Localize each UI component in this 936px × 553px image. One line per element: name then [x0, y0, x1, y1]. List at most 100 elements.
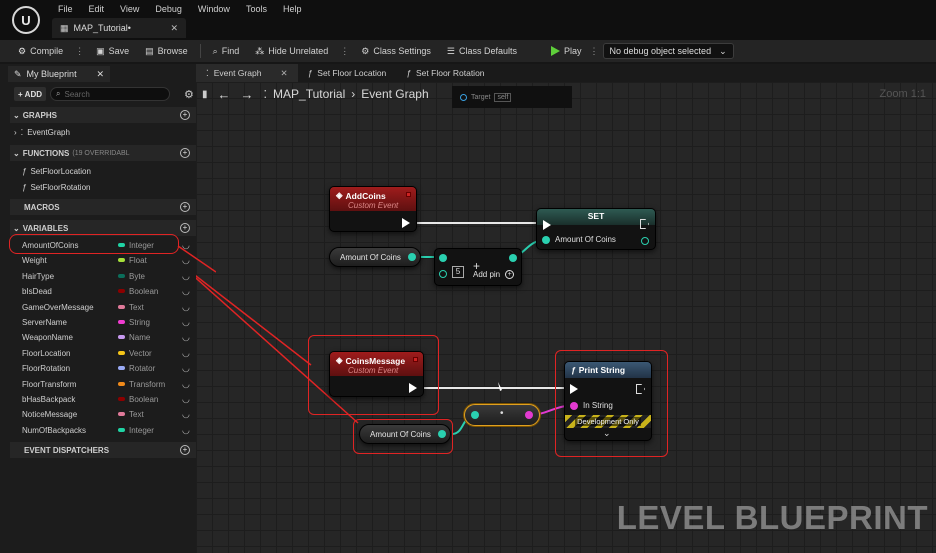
visibility-eye-icon[interactable]: ◡: [182, 363, 190, 374]
tab-event-graph[interactable]: ⁚ Event Graph ✕: [196, 64, 298, 82]
menu-help[interactable]: Help: [275, 2, 310, 16]
play-options-icon[interactable]: ⋮: [590, 46, 599, 57]
add-value-input[interactable]: 5: [452, 266, 464, 278]
variable-item[interactable]: bHasBackpack Boolean ◡: [10, 392, 196, 407]
node-add-integer[interactable]: 5 + Add pin +: [434, 248, 522, 286]
int-out-pin[interactable]: [408, 253, 416, 261]
delegate-pin-icon[interactable]: [406, 192, 411, 197]
node-get-amountofcoins[interactable]: Amount Of Coins: [329, 247, 421, 267]
debug-object-select[interactable]: No debug object selected ⌄: [602, 43, 734, 59]
node-get-amountofcoins-2[interactable]: Amount Of Coins: [359, 424, 451, 444]
macros-section-header[interactable]: MACROS +: [10, 199, 196, 215]
blueprint-graph-canvas[interactable]: ▮ ← → ⁚ MAP_Tutorial › Event Graph Targe…: [196, 82, 936, 553]
int-out-pin[interactable]: [509, 254, 517, 262]
visibility-eye-icon[interactable]: ◡: [182, 348, 190, 359]
add-button[interactable]: + ADD: [14, 87, 47, 101]
visibility-eye-icon[interactable]: ◡: [182, 409, 190, 420]
variable-item[interactable]: NumOfBackpacks Integer ◡: [10, 423, 196, 438]
add-variable-icon[interactable]: +: [180, 223, 190, 233]
exec-out-pin[interactable]: [409, 383, 417, 393]
menu-debug[interactable]: Debug: [147, 2, 190, 16]
node-set-amountofcoins[interactable]: SET Amount Of Coins: [536, 208, 656, 250]
menu-tools[interactable]: Tools: [238, 2, 275, 16]
exec-out-pin[interactable]: [636, 384, 645, 394]
function-item-setfloorlocation[interactable]: ƒ SetFloorLocation: [22, 164, 91, 179]
variable-item[interactable]: WeaponName Name ◡: [10, 330, 196, 345]
visibility-eye-icon[interactable]: ◡: [182, 425, 190, 436]
menu-file[interactable]: File: [50, 2, 81, 16]
variable-item[interactable]: FloorTransform Transform ◡: [10, 377, 196, 392]
functions-section-header[interactable]: ⌄ FUNCTIONS (19 OVERRIDABL +: [10, 145, 196, 161]
save-button[interactable]: ▣ Save: [88, 42, 137, 60]
menu-edit[interactable]: Edit: [81, 2, 113, 16]
variable-item[interactable]: ServerName String ◡: [10, 315, 196, 330]
my-blueprint-tab[interactable]: ✎ My Blueprint ✕: [8, 66, 110, 82]
int-in-pin[interactable]: [471, 411, 479, 419]
string-out-pin[interactable]: [525, 411, 533, 419]
event-dispatchers-section-header[interactable]: EVENT DISPATCHERS +: [10, 442, 196, 458]
visibility-eye-icon[interactable]: ◡: [182, 394, 190, 405]
unreal-logo-icon[interactable]: U: [12, 6, 40, 34]
pin-in-string[interactable]: In String: [570, 401, 613, 410]
variable-type-pill-icon: [118, 289, 125, 294]
play-button[interactable]: Play: [543, 42, 590, 60]
variables-section-header[interactable]: ⌄ VARIABLES +: [10, 220, 196, 236]
document-tab[interactable]: ▦ MAP_Tutorial• ✕: [52, 18, 186, 38]
variable-item[interactable]: bIsDead Boolean ◡: [10, 284, 196, 299]
pin-amount-of-coins[interactable]: Amount Of Coins: [542, 235, 616, 244]
int-in-pin-b[interactable]: [439, 270, 447, 278]
class-settings-button[interactable]: ⚙ Class Settings: [353, 42, 439, 60]
tab-set-floor-location[interactable]: ƒ Set Floor Location: [298, 64, 397, 82]
search-input[interactable]: ⌕ Search: [50, 87, 171, 101]
add-function-icon[interactable]: +: [180, 148, 190, 158]
add-graph-icon[interactable]: +: [180, 110, 190, 120]
tab-set-floor-rotation[interactable]: ƒ Set Floor Rotation: [396, 64, 494, 82]
class-defaults-button[interactable]: ☰ Class Defaults: [439, 42, 525, 60]
close-icon[interactable]: ✕: [170, 23, 178, 34]
node-coinsmessage-event[interactable]: ◈ CoinsMessage Custom Event: [329, 351, 424, 397]
menu-view[interactable]: View: [112, 2, 147, 16]
tree-item-eventgraph[interactable]: › ⁚ EventGraph: [14, 125, 70, 140]
graphs-section-header[interactable]: ⌄ GRAPHS +: [10, 107, 196, 123]
variable-item[interactable]: FloorRotation Rotator ◡: [10, 361, 196, 376]
compile-button[interactable]: ⚙ Compile: [10, 42, 71, 60]
document-tab-label: MAP_Tutorial•: [73, 23, 131, 33]
variable-item[interactable]: NoticeMessage Text ◡: [10, 407, 196, 422]
add-macro-icon[interactable]: +: [180, 202, 190, 212]
exec-in-pin[interactable]: [543, 220, 551, 230]
find-button[interactable]: ⌕ Find: [205, 42, 248, 60]
node-int-to-string-conversion[interactable]: •: [464, 404, 540, 426]
variable-item[interactable]: AmountOfCoins Integer ◡: [10, 238, 196, 253]
compile-options-icon[interactable]: ⋮: [71, 46, 88, 57]
visibility-eye-icon[interactable]: ◡: [182, 302, 190, 313]
int-in-pin-a[interactable]: [439, 254, 447, 262]
delegate-pin-icon[interactable]: [413, 357, 418, 362]
node-print-string[interactable]: ƒ Print String In String Development Only…: [564, 361, 652, 441]
close-icon[interactable]: ✕: [280, 68, 287, 79]
more-options-icon[interactable]: ⋮: [336, 46, 353, 57]
function-item-setfloorrotation[interactable]: ƒ SetFloorRotation: [22, 180, 90, 195]
add-pin-button[interactable]: Add pin +: [473, 270, 515, 279]
exec-out-pin[interactable]: [402, 218, 410, 228]
class-defaults-label: Class Defaults: [458, 46, 517, 56]
variable-item[interactable]: FloorLocation Vector ◡: [10, 346, 196, 361]
int-out-pin[interactable]: [641, 237, 649, 245]
expand-chevron-icon[interactable]: ⌄: [603, 428, 611, 439]
node-addcoins-event[interactable]: ◈ AddCoins Custom Event: [329, 186, 417, 232]
visibility-eye-icon[interactable]: ◡: [182, 317, 190, 328]
visibility-eye-icon[interactable]: ◡: [182, 332, 190, 343]
settings-gear-icon[interactable]: ⚙: [184, 88, 194, 101]
variable-item[interactable]: HairType Byte ◡: [10, 269, 196, 284]
add-label: ADD: [24, 89, 43, 99]
variable-item[interactable]: Weight Float ◡: [10, 253, 196, 268]
int-out-pin[interactable]: [438, 430, 446, 438]
add-dispatcher-icon[interactable]: +: [180, 445, 190, 455]
close-icon[interactable]: ✕: [96, 69, 104, 80]
visibility-eye-icon[interactable]: ◡: [182, 379, 190, 390]
browse-button[interactable]: ▤ Browse: [137, 42, 196, 60]
exec-in-pin[interactable]: [570, 384, 578, 394]
visibility-eye-icon[interactable]: ◡: [182, 286, 190, 297]
hide-unrelated-button[interactable]: ⁂ Hide Unrelated: [247, 42, 336, 60]
variable-item[interactable]: GameOverMessage Text ◡: [10, 300, 196, 315]
menu-window[interactable]: Window: [190, 2, 238, 16]
